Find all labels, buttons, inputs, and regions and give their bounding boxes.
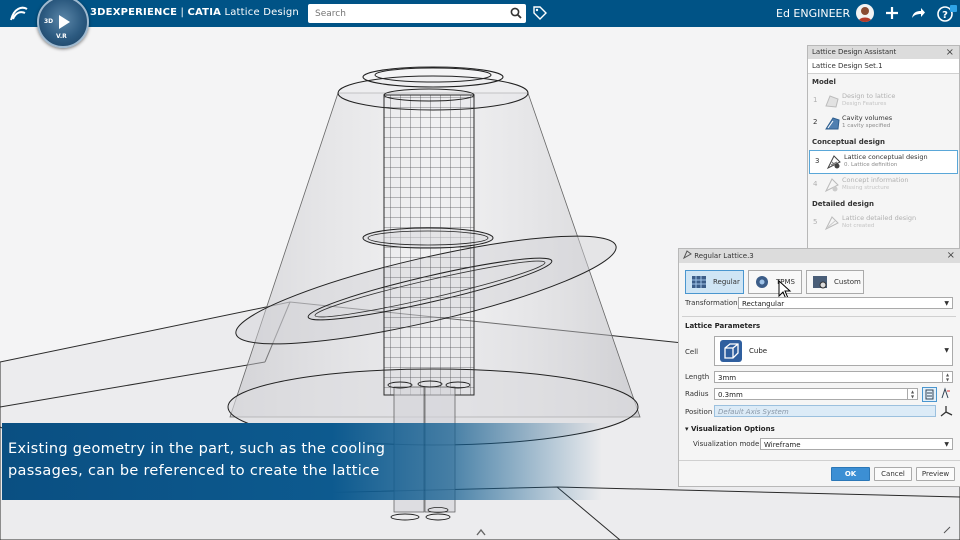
tag-icon[interactable] [532, 5, 548, 24]
formula-icon[interactable] [922, 387, 937, 402]
dialog-title: Regular Lattice.3 [694, 252, 754, 260]
section-detailed-title: Detailed design [812, 200, 874, 208]
svg-text:?: ? [942, 10, 948, 21]
lattice-parameters-header: Lattice Parameters [685, 322, 761, 330]
add-icon[interactable] [884, 5, 900, 24]
caption-line-2: passages, can be referenced to create th… [8, 463, 380, 479]
position-label: Position [685, 408, 713, 416]
cube-cell-icon [720, 340, 742, 362]
custom-lattice-icon [813, 276, 827, 289]
cavity-icon [825, 117, 840, 130]
tpms-icon [756, 276, 768, 288]
compass-label-3d: 3D [44, 18, 54, 25]
section-model-title: Model [812, 78, 836, 86]
lattice-icon [682, 250, 692, 260]
type-tpms-button[interactable]: TPMS [748, 270, 802, 294]
dialog-footer: OK Cancel Preview [679, 460, 960, 487]
cell-label: Cell [685, 348, 699, 356]
chevron-down-icon: ▼ [944, 441, 949, 448]
compass-label-vr: V.R [56, 33, 67, 40]
visualization-options-header[interactable]: ▾ Visualization Options [685, 425, 775, 433]
concept-info-icon [824, 178, 839, 193]
preview-button[interactable]: Preview [916, 467, 955, 481]
step-concept-information[interactable]: 4 Concept information Missing structure [808, 174, 959, 196]
top-bar: 3DEXPERIENCE | CATIA Lattice Design Ed E… [0, 0, 960, 27]
brand-name: 3DEXPERIENCE [90, 7, 178, 18]
regular-lattice-icon [692, 276, 706, 288]
user-name[interactable]: Ed ENGINEER [776, 7, 850, 20]
position-field[interactable]: Default Axis System [714, 405, 936, 417]
lattice-design-assistant-panel: Lattice Design Assistant × Lattice Desig… [807, 45, 960, 259]
lattice-set-name[interactable]: Lattice Design Set.1 [808, 59, 959, 74]
axis-system-icon[interactable] [940, 405, 953, 418]
close-icon[interactable]: × [947, 249, 955, 263]
parameter-icon[interactable] [939, 387, 952, 400]
radius-label: Radius [685, 390, 709, 398]
chevron-down-icon: ▼ [944, 347, 949, 354]
transformation-label: Transformation [685, 299, 738, 307]
module-name: Lattice Design [221, 7, 299, 18]
share-icon[interactable] [910, 5, 926, 24]
step-lattice-detailed-design[interactable]: 5 Lattice detailed design Not created [808, 212, 959, 234]
ds-logo-icon[interactable] [8, 4, 30, 24]
compass-widget[interactable]: 3D V.R [37, 0, 89, 48]
section-conceptual-title: Conceptual design [812, 138, 886, 146]
dialog-titlebar: Regular Lattice.3 × [679, 249, 960, 263]
visualization-mode-select[interactable]: Wireframe ▼ [760, 438, 953, 450]
chevron-up-icon[interactable] [476, 528, 486, 536]
app-title: 3DEXPERIENCE | CATIA Lattice Design [90, 7, 299, 18]
lattice-detail-icon [824, 216, 839, 231]
radius-stepper[interactable]: ▲ ▼ [907, 389, 917, 399]
app-name: CATIA [187, 7, 222, 18]
divider [682, 316, 956, 317]
help-icon[interactable]: ? [937, 5, 957, 26]
visualization-mode-label: Visualization mode [693, 440, 760, 448]
cell-select[interactable]: Cube ▼ [714, 336, 953, 366]
type-custom-button[interactable]: Custom [806, 270, 864, 294]
step-cavity-volumes[interactable]: 2 Cavity volumes 1 cavity specified [808, 112, 959, 134]
transformation-select[interactable]: Rectangular ▼ [738, 297, 953, 309]
caption-line-1: Existing geometry in the part, such as t… [8, 441, 386, 457]
radius-input[interactable]: 0.3mm ▲ ▼ [714, 388, 918, 400]
length-label: Length [685, 373, 710, 381]
design-feature-icon [825, 95, 839, 108]
chevron-down-icon: ▼ [944, 300, 949, 307]
ok-button[interactable]: OK [831, 467, 870, 481]
search-input[interactable] [313, 4, 497, 23]
length-stepper[interactable]: ▲ ▼ [942, 372, 952, 382]
close-icon[interactable]: × [946, 46, 954, 59]
type-regular-button[interactable]: Regular [685, 270, 744, 294]
video-caption: Existing geometry in the part, such as t… [2, 423, 602, 500]
cancel-button[interactable]: Cancel [874, 467, 912, 481]
step-design-to-lattice[interactable]: 1 Design to lattice Design Features [808, 90, 959, 112]
length-input[interactable]: 3mm ▲ ▼ [714, 371, 953, 383]
avatar[interactable] [856, 4, 874, 22]
panel-title: Lattice Design Assistant [812, 48, 897, 56]
search-icon[interactable] [510, 7, 522, 22]
step-lattice-conceptual-design[interactable]: 3 Lattice conceptual design 0. Lattice d… [809, 150, 958, 174]
lattice-concept-icon [826, 155, 841, 170]
search-box [308, 4, 526, 23]
panel-titlebar: Lattice Design Assistant × [808, 46, 959, 59]
regular-lattice-dialog: Regular Lattice.3 × Regular TPMS Custom … [678, 248, 960, 487]
